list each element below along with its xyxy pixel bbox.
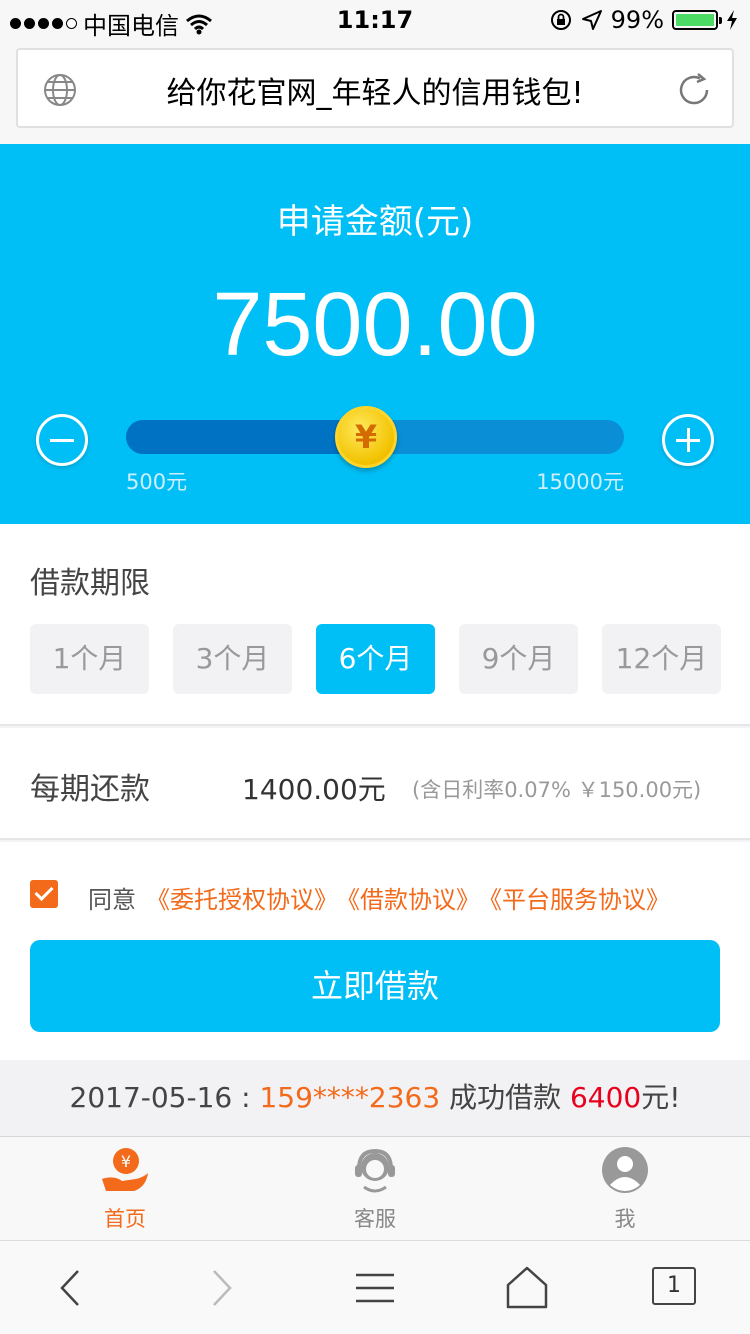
page: 中国电信 11:17 99% 给你花官网_年轻人的信用钱包! 申请金额(元) 7… [0, 0, 750, 1334]
term-option[interactable]: 9个月 [459, 624, 578, 694]
svg-text:¥: ¥ [121, 1152, 131, 1171]
address-bar[interactable]: 给你花官网_年轻人的信用钱包! [16, 48, 734, 128]
status-bar: 中国电信 11:17 99% [0, 0, 750, 40]
globe-icon [44, 74, 76, 106]
charging-icon [727, 10, 737, 30]
page-title: 给你花官网_年轻人的信用钱包! [166, 76, 584, 111]
forward-icon[interactable] [196, 1263, 246, 1313]
loan-agreement-link[interactable]: 《借款协议》 [348, 886, 480, 914]
increase-amount-button[interactable] [662, 414, 714, 466]
browser-address-area: 给你花官网_年轻人的信用钱包! [0, 40, 750, 144]
amount-slider-fill [126, 420, 366, 454]
battery-percent: 99% [610, 6, 664, 34]
browser-toolbar: 1 [0, 1240, 750, 1334]
ticker-amount: 6400 [569, 1081, 642, 1114]
repayment-section: 每期还款 1400.00元 (含日利率0.07% ￥150.00元) [0, 728, 750, 840]
amount-slider-knob[interactable]: ¥ [335, 406, 397, 468]
loan-term-section: 借款期限 1个月 3个月 6个月 9个月 12个月 [0, 524, 750, 726]
customer-service-icon [355, 1148, 395, 1193]
tabs-count-button[interactable]: 1 [652, 1267, 696, 1305]
home-icon[interactable] [502, 1263, 552, 1313]
loan-term-heading: 借款期限 [30, 566, 150, 601]
tab-me[interactable]: 我 [500, 1137, 750, 1241]
ticker-suffix: 元! [641, 1081, 681, 1114]
amount-label: 申请金额(元) [276, 202, 474, 242]
menu-icon[interactable] [350, 1263, 400, 1313]
repayment-heading: 每期还款 [30, 772, 150, 807]
repayment-amount: 1400.00元 [242, 773, 386, 806]
tab-customer-service-label: 客服 [354, 1207, 396, 1231]
agreement-text: 同意 《委托授权协议》 《借款协议》 《平台服务协议》 [88, 880, 670, 915]
slider-min-label: 500元 [126, 470, 188, 494]
ticker-phone: 159****2363 [259, 1081, 441, 1114]
tab-home[interactable]: ¥ 首页 [0, 1137, 250, 1241]
term-option[interactable]: 6个月 [316, 624, 435, 694]
rotation-lock-icon [550, 10, 571, 30]
home-yuan-icon: ¥ [102, 1148, 148, 1191]
loan-term-options: 1个月 3个月 6个月 9个月 12个月 [30, 624, 721, 694]
repayment-note: (含日利率0.07% ￥150.00元) [412, 778, 702, 802]
borrow-now-button[interactable]: 立即借款 [30, 940, 720, 1032]
tab-home-label: 首页 [104, 1207, 146, 1231]
slider-max-label: 15000元 [536, 470, 624, 494]
location-icon [581, 10, 602, 30]
platform-service-agreement-link[interactable]: 《平台服务协议》 [490, 886, 670, 914]
reload-icon[interactable] [674, 70, 714, 110]
term-option[interactable]: 1个月 [30, 624, 149, 694]
tab-bar: ¥ 首页 客服 我 [0, 1136, 750, 1240]
term-option[interactable]: 3个月 [173, 624, 292, 694]
authorization-agreement-link[interactable]: 《委托授权协议》 [146, 886, 338, 914]
amount-panel: 申请金额(元) 7500.00 ¥ 500元 15000元 [0, 144, 750, 524]
agreement-area: 同意 《委托授权协议》 《借款协议》 《平台服务协议》 立即借款 [0, 842, 750, 1060]
ticker-middle: 成功借款 [440, 1081, 570, 1114]
agree-checkbox[interactable] [30, 880, 58, 908]
decrease-amount-button[interactable] [36, 414, 88, 466]
term-option[interactable]: 12个月 [602, 624, 721, 694]
battery-icon [672, 10, 722, 30]
amount-value: 7500.00 [212, 275, 538, 375]
user-icon [602, 1147, 648, 1193]
agree-prefix: 同意 [88, 886, 136, 914]
loan-ticker: 2017-05-16 : 159****2363 成功借款 6400元! [0, 1060, 750, 1136]
back-icon[interactable] [46, 1263, 96, 1313]
tab-customer-service[interactable]: 客服 [250, 1137, 500, 1241]
tab-me-label: 我 [614, 1207, 636, 1231]
ticker-date: 2017-05-16 : [69, 1081, 260, 1114]
